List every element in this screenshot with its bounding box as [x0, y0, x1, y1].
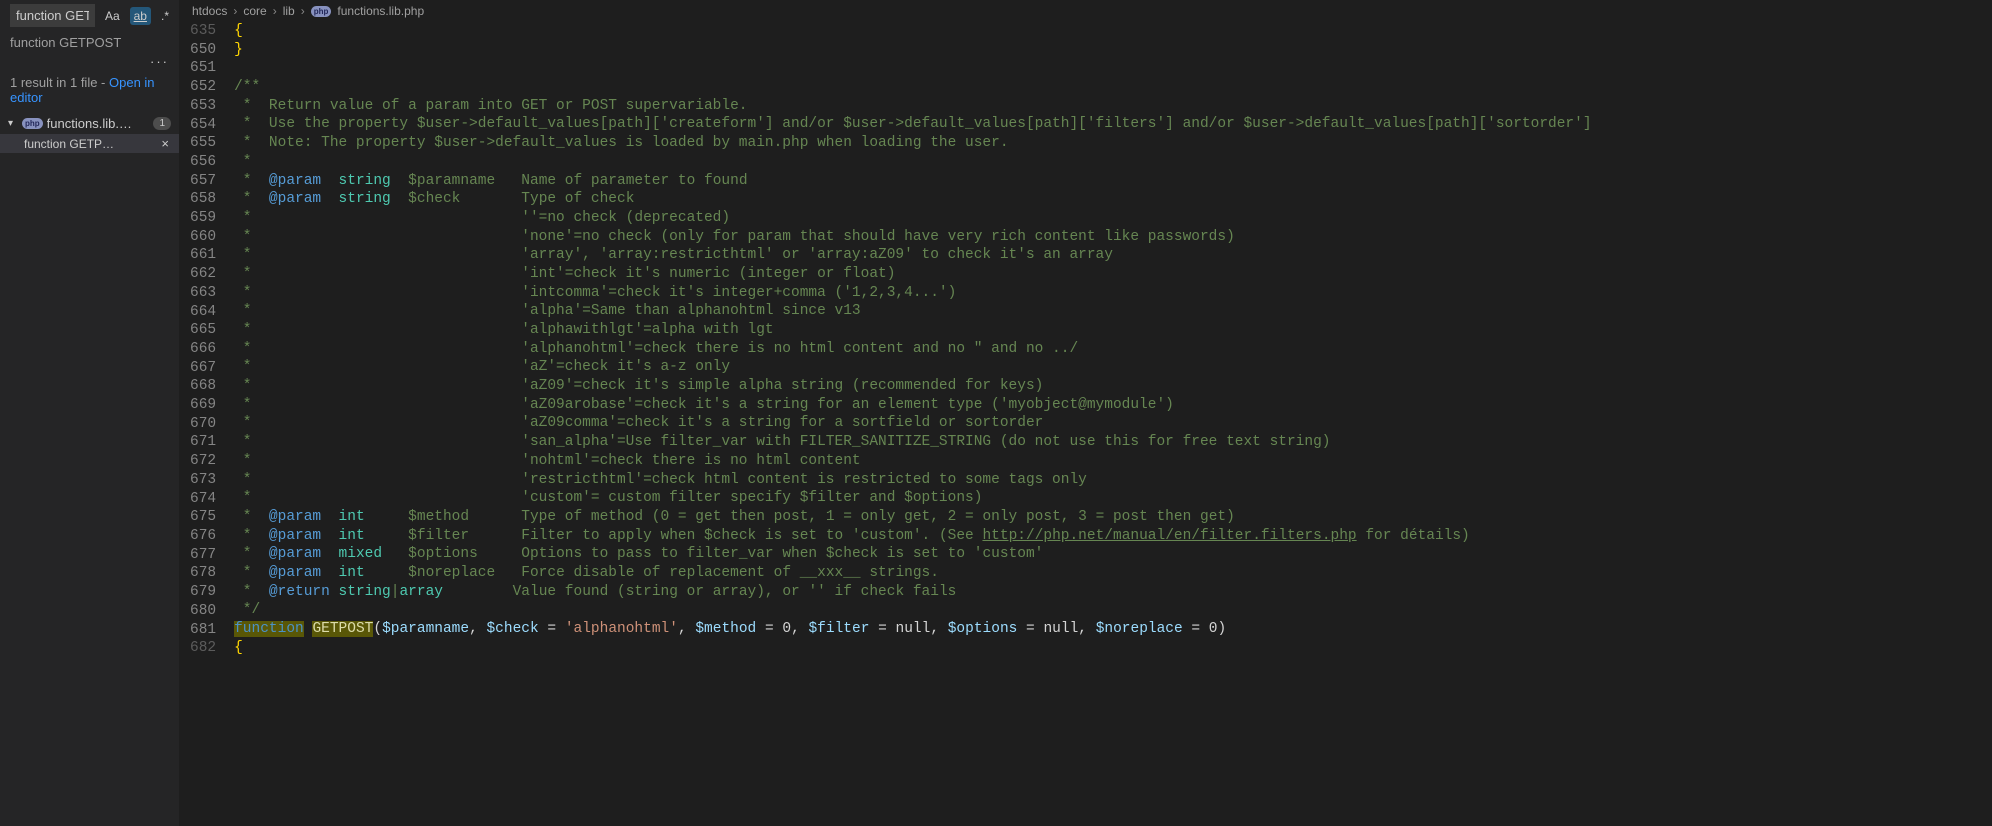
search-header: Aa ab .* — [0, 0, 179, 31]
breadcrumbs[interactable]: htdocs › core › lib › php functions.lib.… — [180, 0, 1992, 22]
breadcrumb-segment[interactable]: lib — [283, 4, 295, 18]
breadcrumb-segment[interactable]: core — [243, 4, 266, 18]
php-file-icon: php — [311, 6, 332, 17]
search-result-summary: 1 result in 1 file - Open in editor — [0, 71, 179, 113]
match-text: function GETP… — [24, 137, 157, 151]
line-number-gutter: 6356506516526536546556566576586596606616… — [180, 22, 234, 826]
search-term-display: function GETPOST — [0, 31, 179, 54]
chevron-right-icon: › — [233, 4, 237, 18]
chevron-down-icon: ▾ — [8, 118, 18, 129]
code-content[interactable]: {}/** * Return value of a param into GET… — [234, 22, 1992, 826]
editor-pane: htdocs › core › lib › php functions.lib.… — [180, 0, 1992, 826]
chevron-right-icon: › — [301, 4, 305, 18]
results-count-text: 1 result in 1 file - — [10, 75, 109, 90]
search-result-file[interactable]: ▾ php functions.lib.… 1 — [0, 113, 179, 134]
php-file-icon: php — [22, 118, 43, 129]
breadcrumb-segment[interactable]: functions.lib.php — [337, 4, 424, 18]
breadcrumb-segment[interactable]: htdocs — [192, 4, 227, 18]
whole-word-button[interactable]: ab — [130, 7, 151, 25]
code-area[interactable]: 6356506516526536546556566576586596606616… — [180, 22, 1992, 826]
file-name-label: functions.lib.… — [47, 116, 150, 131]
match-case-button[interactable]: Aa — [101, 7, 124, 25]
dismiss-match-icon[interactable]: × — [157, 136, 173, 151]
search-sidebar: Aa ab .* function GETPOST ··· 1 result i… — [0, 0, 180, 826]
regex-button[interactable]: .* — [157, 7, 173, 25]
search-input[interactable] — [10, 4, 95, 27]
match-count-badge: 1 — [153, 117, 171, 130]
search-result-match[interactable]: function GETP… × — [0, 134, 179, 153]
chevron-right-icon: › — [273, 4, 277, 18]
search-more-options[interactable]: ··· — [0, 54, 179, 71]
